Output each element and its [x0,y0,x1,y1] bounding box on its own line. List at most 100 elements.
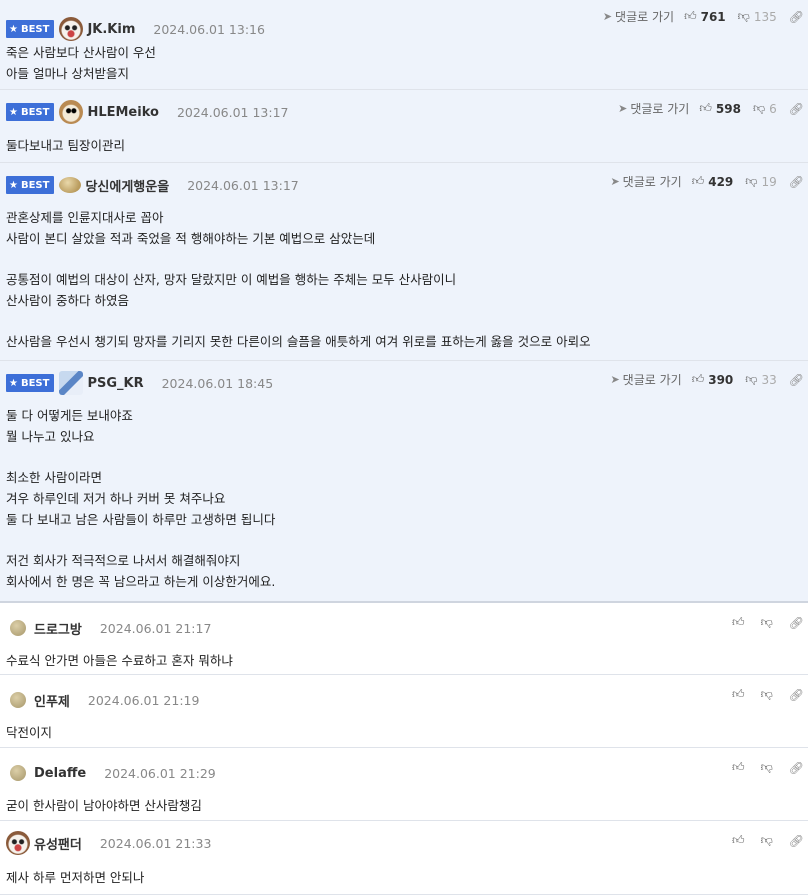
timestamp: 2024.06.01 21:17 [99,620,212,636]
upvote-button[interactable]: 👍︎ 390 [692,372,734,387]
link-icon[interactable]: 🔗︎ [789,373,804,387]
nickname[interactable]: 당신에게행운을 [85,176,169,195]
timestamp: 2024.06.01 21:33 [99,835,212,851]
nickname[interactable]: 인푸제 [34,691,70,710]
best-badge: ★ BEST [6,176,55,194]
thumbs-down-icon: 👎︎ [745,174,758,188]
nickname[interactable]: PSG_KR [87,376,143,391]
link-icon[interactable]: 🔗︎ [789,10,804,24]
comment-actions: 👍︎ 👎︎ 🔗︎ [732,687,804,702]
downvote-button[interactable]: 👎︎ 6 [753,101,777,116]
avatar[interactable] [59,177,82,193]
link-icon[interactable]: 🔗︎ [789,616,804,630]
comment-body: 죽은 사람보다 산사람이 우선 아들 얼마나 상처받을지 [6,45,156,81]
comment-actions: 👍︎ 👎︎ 🔗︎ [732,760,804,775]
upvote-button[interactable]: 👍︎ [732,760,749,775]
link-icon[interactable]: 🔗︎ [789,761,804,775]
comment: 유성팬더 2024.06.01 21:33 👍︎ 👎︎ 🔗︎ 제사 하루 먼저하… [0,821,808,895]
thumbs-up-icon: 👍︎ [732,833,745,847]
best-comment: ★ BEST JK.Kim 2024.06.01 13:16 ➤ 댓글로 가기 👍︎… [0,0,808,90]
star-icon: ★ [9,23,18,35]
upvote-button[interactable]: 👍︎ 598 [699,101,741,116]
comment-body: 둘 다 어떻게든 보내야죠 뭘 나누고 있나요 최소한 사람이라면 겨우 하루인… [6,408,276,589]
thumbs-down-icon: 👎︎ [760,760,773,774]
avatar[interactable] [59,371,84,395]
thumbs-up-icon: 👍︎ [732,687,745,701]
downvote-button[interactable]: 👎︎ [761,833,777,848]
thumbs-up-icon: 👍︎ [699,101,712,115]
thumbs-up-icon: 👍︎ [732,615,745,629]
nickname[interactable]: 드로그방 [34,619,82,638]
thumbs-down-icon: 👎︎ [737,9,750,23]
comment: 드로그방 2024.06.01 21:17 👍︎ 👎︎ 🔗︎ 수료식 안가면 아… [0,603,808,675]
downvote-button[interactable]: 👎︎ [761,687,777,702]
upvote-button[interactable]: 👍︎ [732,687,749,702]
comment-body: 둘다보내고 팀장이관리 [6,138,125,153]
timestamp: 2024.06.01 13:17 [176,104,289,120]
thumbs-up-icon: 👍︎ [691,372,705,386]
thumbs-up-icon: 👍︎ [732,760,745,774]
best-comment: ★ BEST PSG_KR 2024.06.01 18:45 ➤ 댓글로 가기 👍︎… [0,361,808,603]
goto-comment-link[interactable]: ➤ 댓글로 가기 [610,371,681,388]
comment: 인푸제 2024.06.01 21:19 👍︎ 👎︎ 🔗︎ 닥전이지 [0,675,808,748]
comment-body: 닥전이지 [6,725,53,740]
best-badge: ★ BEST [6,20,55,38]
downvote-button[interactable]: 👎︎ 135 [738,9,777,24]
avatar[interactable] [6,831,30,855]
thumbs-down-icon: 👎︎ [760,833,773,847]
goto-comment-link[interactable]: ➤ 댓글로 가기 [610,173,681,190]
avatar[interactable] [59,100,84,124]
link-icon[interactable]: 🔗︎ [789,688,804,702]
comment-body: 굳이 한사람이 남아야하면 산사람챙김 [6,798,202,813]
comment-body: 관혼상제를 인륜지대사로 꼽아 사람이 본디 살았을 적과 죽었을 적 행해야하… [6,210,591,350]
timestamp: 2024.06.01 13:16 [153,21,265,37]
nickname[interactable]: Delaffe [34,766,86,781]
send-arrow-icon: ➤ [602,10,613,23]
downvote-button[interactable]: 👎︎ 33 [745,372,776,387]
comment-actions: 👍︎ 👎︎ 🔗︎ [732,833,804,848]
upvote-button[interactable]: 👍︎ 761 [684,9,726,24]
timestamp: 2024.06.01 13:17 [187,177,299,193]
avatar[interactable] [10,765,26,781]
link-icon[interactable]: 🔗︎ [789,175,804,189]
thumbs-up-icon: 👍︎ [684,9,697,23]
timestamp: 2024.06.01 18:45 [161,375,274,391]
link-icon[interactable]: 🔗︎ [789,834,804,848]
downvote-button[interactable]: 👎︎ [761,615,777,630]
nickname[interactable]: JK.Kim [87,22,135,37]
upvote-button[interactable]: 👍︎ [732,615,749,630]
thumbs-up-icon: 👍︎ [691,174,705,188]
comment-actions: ➤ 댓글로 가기 👍︎ 390 👎︎ 33 🔗︎ [610,371,804,388]
comment-actions: ➤ 댓글로 가기 👍︎ 429 👎︎ 19 🔗︎ [610,173,804,190]
goto-comment-link[interactable]: ➤ 댓글로 가기 [618,100,689,117]
send-arrow-icon: ➤ [610,373,620,386]
best-comment: ★ BEST 당신에게행운을 2024.06.01 13:17 ➤ 댓글로 가기 👍… [0,163,808,361]
comment-actions: ➤ 댓글로 가기 👍︎ 598 👎︎ 6 🔗︎ [618,100,804,117]
comment-actions: 👍︎ 👎︎ 🔗︎ [732,615,804,630]
thumbs-down-icon: 👎︎ [745,372,758,386]
avatar[interactable] [10,620,26,636]
comment-actions: ➤ 댓글로 가기 👍︎ 761 👎︎ 135 🔗︎ [603,8,804,25]
link-icon[interactable]: 🔗︎ [789,102,804,116]
goto-comment-link[interactable]: ➤ 댓글로 가기 [603,8,674,25]
best-comment: ★ BEST HLEMeiko 2024.06.01 13:17 ➤ 댓글로 가기 … [0,90,808,163]
downvote-button[interactable]: 👎︎ 19 [745,174,776,189]
best-badge: ★ BEST [6,374,55,392]
star-icon: ★ [9,179,18,191]
timestamp: 2024.06.01 21:19 [87,692,200,708]
star-icon: ★ [9,106,18,118]
nickname[interactable]: HLEMeiko [87,105,158,120]
downvote-button[interactable]: 👎︎ [761,760,777,775]
best-badge: ★ BEST [6,103,55,121]
nickname[interactable]: 유성팬더 [34,834,82,853]
upvote-button[interactable]: 👍︎ 429 [692,174,734,189]
thumbs-down-icon: 👎︎ [760,687,773,701]
avatar[interactable] [10,692,26,708]
timestamp: 2024.06.01 21:29 [104,765,216,781]
upvote-button[interactable]: 👍︎ [732,833,749,848]
send-arrow-icon: ➤ [610,175,620,188]
comment-body: 제사 하루 먼저하면 안되나 [6,870,145,885]
send-arrow-icon: ➤ [618,102,628,115]
thumbs-down-icon: 👎︎ [760,615,773,629]
star-icon: ★ [9,377,18,389]
